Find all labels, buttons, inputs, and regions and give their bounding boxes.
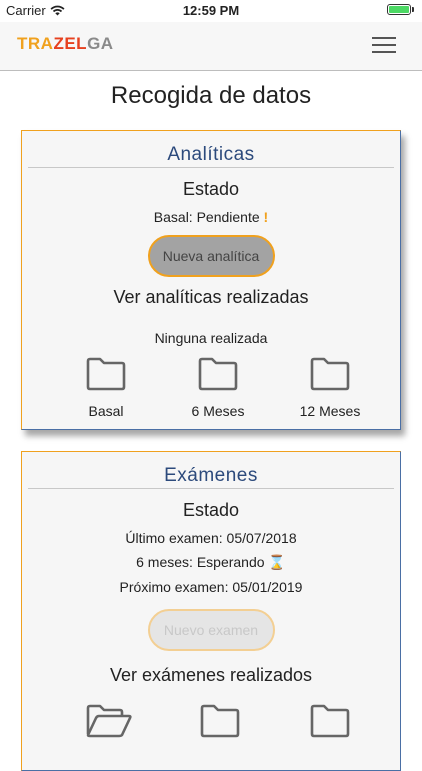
- hourglass-icon: ⌛: [268, 554, 286, 570]
- six-months-text: 6 meses: Esperando: [136, 554, 265, 570]
- app-header: TRAZELGA: [0, 22, 422, 71]
- analiticas-title: Analíticas: [167, 144, 255, 165]
- examenes-title: Exámenes: [164, 465, 258, 486]
- folder-icon: [310, 357, 350, 391]
- examenes-estado-label: Estado: [182, 500, 240, 520]
- ver-examenes-label: Ver exámenes realizados: [109, 665, 313, 685]
- logo-part-1: TRA: [17, 34, 54, 53]
- folder-exam-3[interactable]: [295, 704, 365, 738]
- divider: [28, 488, 394, 489]
- status-time: 12:59 PM: [182, 3, 240, 18]
- basal-status: Basal: Pendiente !: [22, 209, 400, 225]
- folder-12-meses[interactable]: 12 Meses: [295, 357, 365, 419]
- next-exam: Próximo examen: 05/01/2019: [119, 579, 303, 595]
- folder-icon: [310, 704, 350, 738]
- six-months-status: 6 meses: Esperando ⌛: [22, 554, 400, 571]
- status-bar: Carrier 12:59 PM: [0, 0, 422, 22]
- nueva-analitica-button[interactable]: Nueva analítica: [147, 235, 275, 277]
- folder-basal[interactable]: Basal: [71, 357, 141, 419]
- warning-icon: !: [263, 209, 269, 225]
- basal-status-text: Basal: Pendiente: [153, 209, 260, 225]
- folder-icon: [86, 357, 126, 391]
- divider: [28, 167, 394, 168]
- examenes-folders: [22, 704, 400, 738]
- folder-exam-2[interactable]: [185, 704, 255, 738]
- examenes-card: Exámenes Estado Último examen: 05/07/201…: [21, 451, 401, 771]
- folder-label: 12 Meses: [299, 403, 361, 419]
- ver-analiticas-label: Ver analíticas realizadas: [113, 287, 309, 307]
- folder-label: 6 Meses: [191, 403, 245, 419]
- folder-6-meses[interactable]: 6 Meses: [183, 357, 253, 419]
- page-title: Recogida de datos: [110, 82, 312, 109]
- folder-icon: [200, 704, 239, 738]
- app-logo[interactable]: TRAZELGA: [17, 34, 114, 54]
- logo-part-3: GA: [87, 34, 114, 53]
- folder-open-exam[interactable]: [74, 704, 144, 738]
- folder-label: Basal: [88, 403, 124, 419]
- analiticas-estado-label: Estado: [182, 179, 240, 199]
- nuevo-examen-button[interactable]: Nuevo examen: [147, 609, 275, 651]
- analiticas-card: Analíticas Estado Basal: Pendiente ! Nue…: [21, 130, 401, 430]
- battery-icon: [387, 4, 414, 15]
- ninguna-realizada-label: Ninguna realizada: [154, 330, 268, 346]
- last-exam: Último examen: 05/07/2018: [125, 530, 297, 546]
- folder-icon: [198, 357, 238, 391]
- menu-icon[interactable]: [372, 37, 396, 55]
- analiticas-folders: Basal 6 Meses 12 Meses: [22, 357, 400, 419]
- folder-open-icon: [86, 704, 132, 738]
- logo-part-2: ZEL: [53, 34, 88, 53]
